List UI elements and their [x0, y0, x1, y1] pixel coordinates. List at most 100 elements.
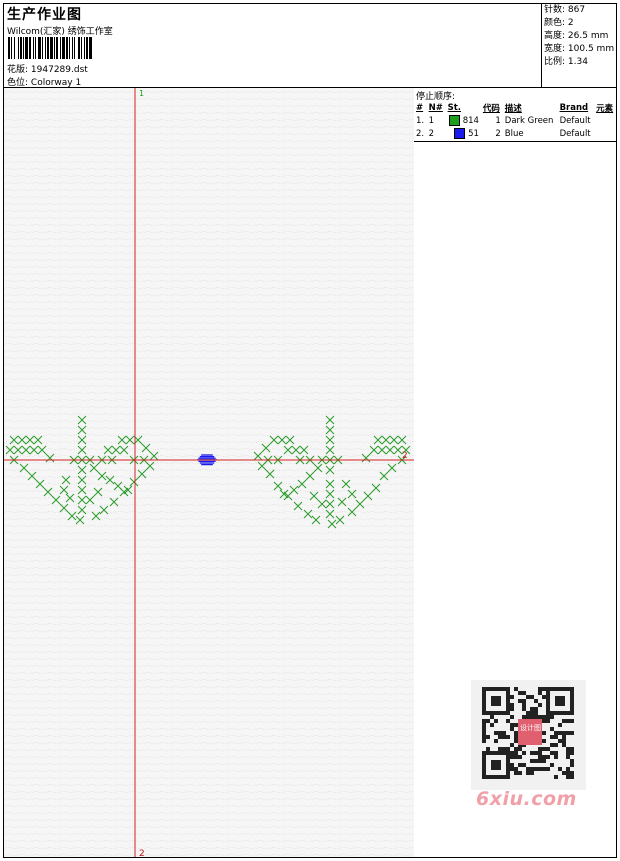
qr-cell	[482, 723, 486, 727]
qr-cell	[542, 739, 546, 743]
row-index: 2.	[416, 128, 425, 139]
row-code: 2	[495, 128, 501, 139]
height-label: 高度:	[544, 31, 566, 41]
qr-cell	[482, 727, 486, 731]
qr-cell	[498, 735, 502, 739]
row-needle: 2	[428, 128, 435, 139]
qr-cell	[530, 759, 534, 763]
qr-cell	[522, 703, 526, 707]
qr-cell	[490, 723, 494, 727]
row-stitch-count: 814	[462, 116, 479, 126]
qr-cell	[518, 699, 522, 703]
col-brand: Brand	[559, 102, 589, 113]
qr-cell	[562, 731, 566, 735]
row-stitches: 814	[446, 114, 481, 127]
table-row[interactable]: 2. 2 51 2 Blue Default	[414, 127, 616, 140]
company-name: Wilcom(汇家) 绣饰工作室	[7, 27, 113, 37]
table-header-row: # N# St. 代码 描述 Brand 元素	[414, 101, 616, 114]
qr-cell	[546, 747, 550, 751]
qr-cell	[510, 715, 514, 719]
qr-cell	[534, 715, 538, 719]
qr-cell	[550, 727, 554, 731]
qr-cell	[542, 719, 546, 723]
qr-cell	[566, 755, 570, 759]
qr-code: 设计图	[482, 687, 574, 779]
qr-cell	[542, 767, 546, 771]
axis-right-label: 2	[402, 451, 408, 461]
row-description: Dark Green	[504, 115, 554, 126]
qr-cell	[542, 715, 546, 719]
barcode-bar	[20, 37, 22, 59]
barcode-bar	[72, 37, 73, 59]
qr-cell	[514, 771, 518, 775]
qr-cell	[518, 771, 522, 775]
qr-cell	[538, 759, 542, 763]
qr-cell	[542, 759, 546, 763]
qr-cell	[562, 771, 566, 775]
qr-cell	[554, 755, 558, 759]
qr-cell	[558, 723, 562, 727]
row-brand: Default	[559, 128, 591, 139]
table-row[interactable]: 1. 1 814 1 Dark Green Default	[414, 114, 616, 127]
qr-cell	[546, 755, 550, 759]
col-element: 元素	[596, 103, 614, 114]
width-label: 宽度:	[544, 44, 566, 54]
qr-cell	[546, 715, 550, 719]
color-swatch	[454, 128, 466, 139]
qr-cell	[506, 719, 510, 723]
qr-cell	[522, 699, 526, 703]
qr-cell	[522, 763, 526, 767]
col-stitches: St.	[447, 102, 462, 113]
design-preview: 1 2 2	[4, 88, 414, 857]
qr-cell	[570, 759, 574, 763]
qr-cell	[570, 731, 574, 735]
col-needle: N#	[428, 102, 443, 113]
colorway-line: 色位: Colorway 1	[7, 75, 81, 88]
qr-cell	[550, 715, 554, 719]
qr-cell	[510, 763, 514, 767]
qr-cell	[514, 751, 518, 755]
qr-cell	[538, 715, 542, 719]
qr-finder-center	[491, 760, 501, 770]
qr-cell	[546, 767, 550, 771]
qr-cell	[554, 731, 558, 735]
colorway-value: Colorway 1	[30, 78, 82, 88]
qr-cell	[522, 691, 526, 695]
row-stitch-count: 51	[468, 129, 479, 139]
barcode-bar	[35, 37, 36, 59]
qr-cell	[482, 735, 486, 739]
qr-cell	[526, 711, 530, 715]
qr-cell	[562, 743, 566, 747]
qr-cell	[518, 691, 522, 695]
stop-sequence-table: # N# St. 代码 描述 Brand 元素 1. 1 814 1 Dark …	[414, 101, 616, 140]
barcode-bar	[50, 37, 53, 59]
qr-cell	[526, 767, 530, 771]
qr-cell	[534, 759, 538, 763]
barcode-bar	[8, 37, 10, 59]
barcode-bar	[66, 37, 68, 59]
qr-cell	[486, 719, 490, 723]
row-code: 1	[495, 115, 501, 126]
qr-cell	[486, 735, 490, 739]
qr-cell	[538, 755, 542, 759]
row-needle: 1	[428, 115, 435, 126]
col-description: 描述	[504, 103, 522, 114]
qr-cell	[570, 751, 574, 755]
barcode-bar	[69, 37, 70, 59]
scale-stat: 比例: 1.34	[544, 56, 616, 69]
qr-cell	[550, 763, 554, 767]
qr-cell	[554, 743, 558, 747]
panel-divider	[414, 141, 616, 142]
design-canvas[interactable]: 1 2 2	[4, 88, 414, 857]
qr-cell	[562, 735, 566, 739]
qr-cell	[570, 771, 574, 775]
qr-cell	[482, 719, 486, 723]
barcode	[8, 37, 92, 59]
barcode-bar	[18, 37, 19, 59]
stitches-stat: 针数: 867	[544, 4, 616, 17]
col-index: #	[416, 102, 424, 113]
qr-cell	[566, 771, 570, 775]
qr-cell	[534, 751, 538, 755]
qr-cell	[510, 703, 514, 707]
qr-cell	[514, 747, 518, 751]
